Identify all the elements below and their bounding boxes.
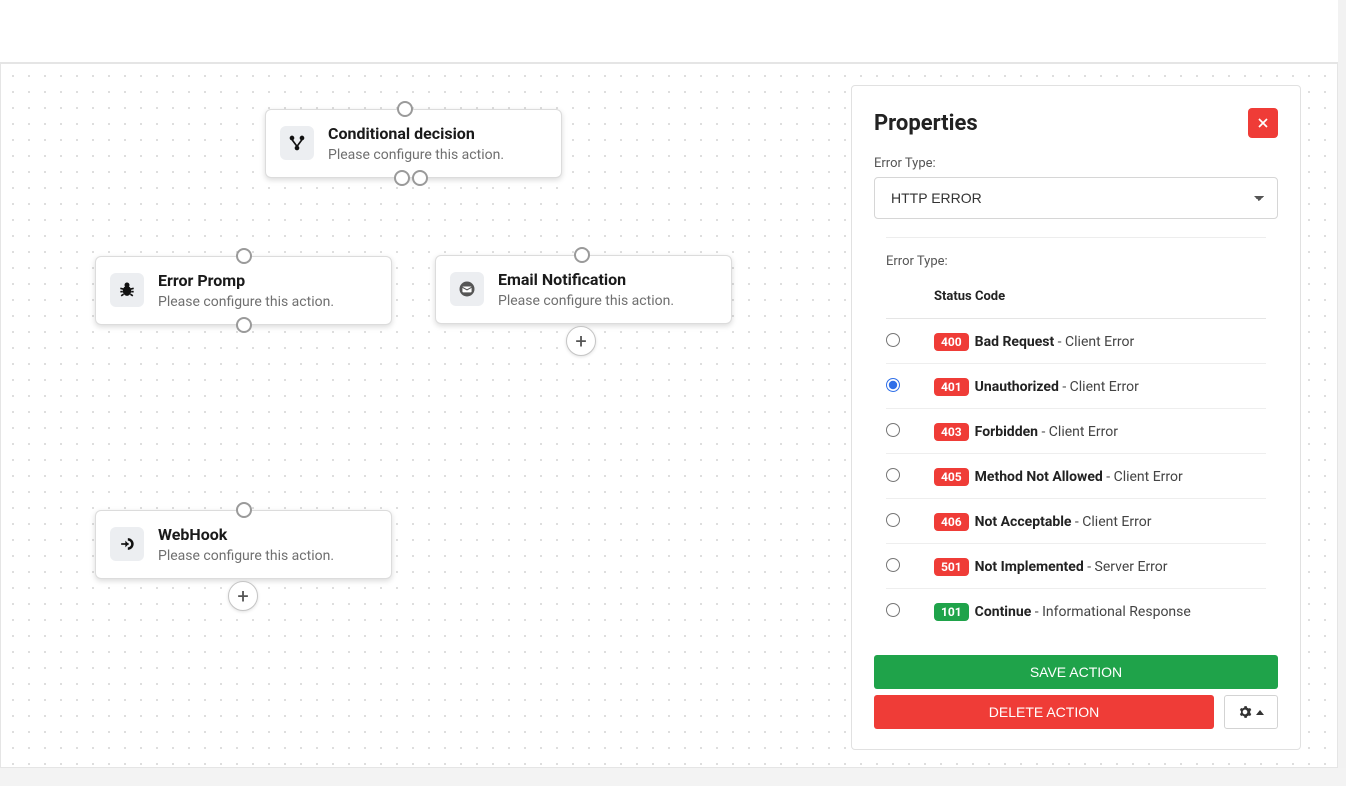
status-badge: 406 [934,513,969,531]
node-conditional-decision[interactable]: Conditional decision Please configure th… [265,109,562,178]
status-radio[interactable] [886,423,900,437]
status-code-row[interactable]: 401 Unauthorized - Client Error [886,364,1266,409]
status-tail: - Server Error [1084,559,1168,575]
node-subtitle: Please configure this action. [158,294,334,310]
status-radio[interactable] [886,378,900,392]
node-title: Email Notification [498,270,674,289]
conditional-icon [280,126,314,160]
status-code-list: 400 Bad Request - Client Error 401 Unauthor… [886,319,1266,633]
error-type-select[interactable]: HTTP ERROR [874,177,1278,219]
properties-panel: Properties Error Type: HTTP ERROR Error … [851,85,1301,750]
status-tail: - Client Error [1103,469,1183,485]
status-tail: - Client Error [1054,334,1134,350]
node-subtitle: Please configure this action. [498,293,674,309]
status-name: Continue [975,604,1032,620]
port-out[interactable] [236,317,252,333]
gear-icon [1238,705,1252,719]
status-table-header: Status Code [886,289,1266,319]
bug-icon [110,273,144,307]
node-subtitle: Please configure this action. [328,147,504,163]
status-radio[interactable] [886,333,900,347]
port-in[interactable] [236,502,252,518]
add-node-button[interactable]: + [566,326,596,356]
status-name: Method Not Allowed [975,469,1103,485]
status-code-header: Status Code [934,289,1266,304]
panel-heading: Properties [874,111,978,136]
share-icon [110,527,144,561]
status-name: Forbidden [975,424,1038,440]
status-name: Bad Request [975,334,1055,350]
status-radio[interactable] [886,558,900,572]
node-title: Error Promp [158,271,334,290]
port-in[interactable] [574,247,590,263]
status-name: Not Implemented [975,559,1084,575]
save-action-button[interactable]: SAVE ACTION [874,655,1278,689]
status-tail: - Client Error [1071,514,1151,530]
port-in[interactable] [397,101,413,117]
status-badge: 400 [934,333,969,351]
status-badge: 401 [934,378,969,396]
status-radio[interactable] [886,603,900,617]
status-code-row[interactable]: 403 Forbidden - Client Error [886,409,1266,454]
status-badge: 101 [934,603,969,621]
page-footer-strip [0,768,1346,786]
status-code-row[interactable]: 405 Method Not Allowed - Client Error [886,454,1266,499]
status-badge: 405 [934,468,969,486]
status-tail: - Client Error [1059,379,1139,395]
port-out-left[interactable] [394,170,410,186]
add-node-button[interactable]: + [228,581,258,611]
error-type-label: Error Type: [874,156,1278,171]
caret-up-icon [1256,710,1264,715]
status-code-row[interactable]: 501 Not Implemented - Server Error [886,544,1266,589]
node-title: Conditional decision [328,124,504,143]
top-bar [0,0,1346,63]
action-settings-button[interactable] [1224,695,1278,729]
node-error-prompt[interactable]: Error Promp Please configure this action… [95,256,392,325]
node-subtitle: Please configure this action. [158,548,334,564]
node-title: WebHook [158,525,334,544]
error-type-label-2: Error Type: [886,254,1266,269]
node-webhook[interactable]: WebHook Please configure this action. [95,510,392,579]
envelope-icon [450,272,484,306]
status-name: Unauthorized [975,379,1059,395]
status-name: Not Acceptable [975,514,1072,530]
port-out-right[interactable] [412,170,428,186]
node-email-notification[interactable]: Email Notification Please configure this… [435,255,732,324]
status-radio[interactable] [886,513,900,527]
divider [886,237,1266,238]
port-in[interactable] [236,248,252,264]
status-tail: - Informational Response [1031,604,1191,620]
close-button[interactable] [1248,108,1278,138]
delete-action-button[interactable]: DELETE ACTION [874,695,1214,729]
status-badge: 501 [934,558,969,576]
status-code-row[interactable]: 406 Not Acceptable - Client Error [886,499,1266,544]
close-icon [1257,117,1269,129]
status-radio[interactable] [886,468,900,482]
status-badge: 403 [934,423,969,441]
status-code-row[interactable]: 400 Bad Request - Client Error [886,319,1266,364]
status-code-row[interactable]: 101 Continue - Informational Response [886,589,1266,633]
page-scrollbar[interactable] [1338,0,1346,786]
status-tail: - Client Error [1038,424,1118,440]
